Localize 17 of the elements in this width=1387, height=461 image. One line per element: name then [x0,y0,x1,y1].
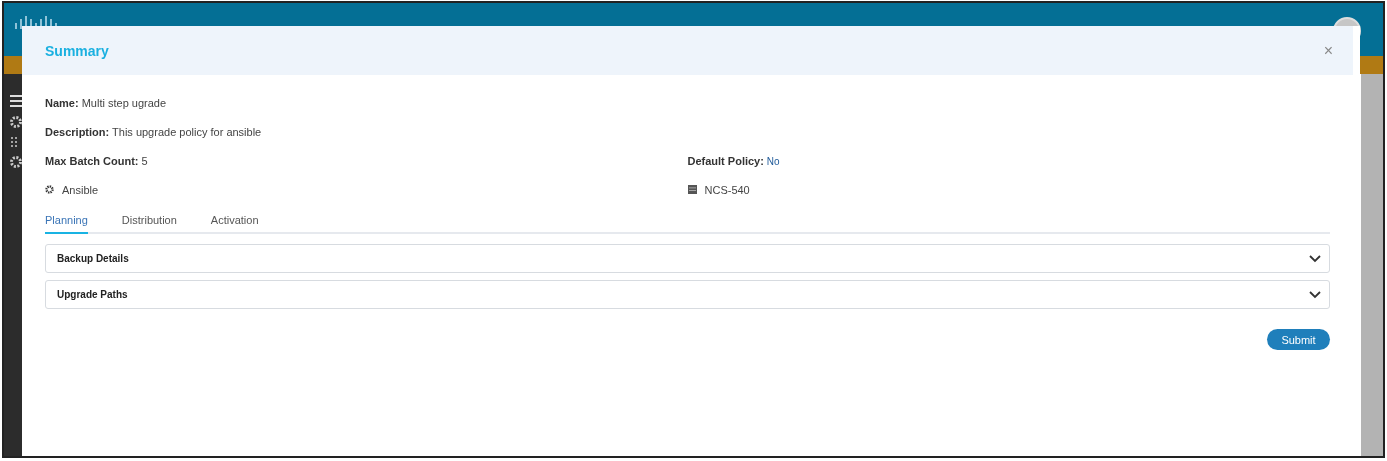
grid-icon[interactable] [10,136,20,148]
submit-button[interactable]: Submit [1267,329,1330,350]
accordion-header[interactable]: Backup Details [45,244,1330,273]
field-text: Max Batch Count: 5 [45,154,148,167]
dialog-title: Summary [45,42,109,59]
chevron-icon [1309,290,1321,299]
accordion-header[interactable]: Upgrade Paths [45,280,1330,309]
device-icon [687,185,697,194]
tab[interactable]: Planning [45,210,88,234]
tag-text: Ansible [62,183,99,196]
tag-text: NCS-540 [704,183,750,196]
tab[interactable]: Activation [210,210,259,234]
tab[interactable]: Distribution [121,210,177,234]
field-text: Name: Multi step ugrade [45,96,167,109]
chevron-icon [1309,254,1321,263]
field-text: Default Policy: No [687,154,780,167]
field-text: Description: This upgrade policy for ansible [45,125,262,138]
